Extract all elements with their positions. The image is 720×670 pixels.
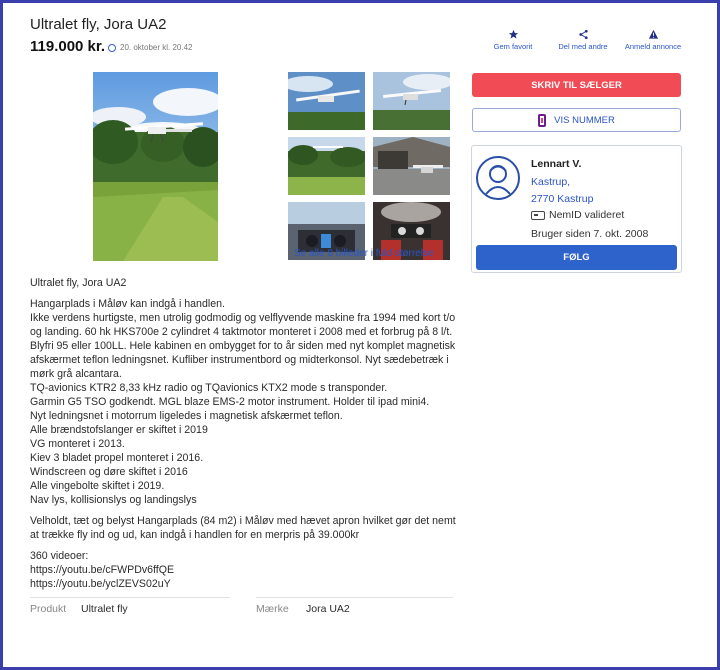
description-line: Windscreen og døre skiftet i 2016 [30,466,188,478]
description-line: Ikke verdens hurtigste, men utrolig godm… [30,312,456,380]
description-line: Alle brændstofslanger er skiftet i 2019 [30,424,208,436]
spec-value-brand: Jora UA2 [306,603,350,615]
description-line: VG monteret i 2013. [30,438,125,450]
listing-actions: Gem favorit Del med andre Anmeld annonce [480,27,686,51]
save-favorite-label: Gem favorit [493,42,533,51]
show-number-label: VIS NUMMER [554,114,615,126]
star-icon [508,27,519,41]
phone-icon [538,113,547,127]
description-heading: Ultralet fly, Jora UA2 [30,277,127,289]
spec-divider [30,597,230,598]
description-line: Kiev 3 bladet propel monteret i 2016. [30,452,204,464]
listing-date-text: 20. oktober kl. 20.42 [120,43,193,52]
clock-icon [108,43,116,52]
show-number-button[interactable]: VIS NUMMER [472,108,681,132]
seller-city-link[interactable]: Kastrup, [531,176,570,188]
see-all-photos-link[interactable]: Se alle 8 billeder i fuld størrelse [294,248,434,259]
thumbnail-2[interactable] [373,72,450,130]
description-paragraph-1: Hangarplads i Måløv kan indgå i handlen.… [30,297,460,507]
listing-date: 20. oktober kl. 20.42 [108,43,193,52]
description-line: Nav lys, kollisionslys og landingslys [30,494,197,506]
alert-icon [648,27,659,41]
listing-title: Ultralet fly, Jora UA2 [30,16,167,33]
video-link[interactable]: https://youtu.be/cFWPDv6ffQE [30,563,460,577]
share-label: Del med andre [558,42,608,51]
seller-zip-link[interactable]: 2770 Kastrup [531,193,593,205]
spec-divider [256,597,453,598]
spec-key-product: Produkt [30,603,67,615]
main-photo[interactable] [93,72,218,261]
seller-member-since: Bruger siden 7. okt. 2008 [531,228,649,240]
videos-heading: 360 videoer: [30,550,89,562]
thumbnail-3[interactable] [288,137,365,195]
description: Ultralet fly, Jora UA2 Hangarplads i Mål… [30,276,460,598]
description-line: TQ-avionics KTR2 8,33 kHz radio og TQavi… [30,382,388,394]
seller-verified-text: NemID valideret [549,209,625,221]
seller-name: Lennart V. [531,158,582,170]
spec-key-brand: Mærke [256,603,289,615]
spec-value-product: Ultralet fly [81,603,128,615]
video-link[interactable]: https://youtu.be/yclZEVS02uY [30,577,460,591]
contact-seller-button[interactable]: SKRIV TIL SÆLGER [472,73,681,97]
report-button[interactable]: Anmeld annonce [620,27,686,51]
listing-price: 119.000 kr. [30,38,106,55]
description-line: Alle vingebolte skiftet i 2019. [30,480,165,492]
report-label: Anmeld annonce [624,42,682,51]
video-section: 360 videoer: https://youtu.be/cFWPDv6ffQ… [30,549,460,591]
save-favorite-button[interactable]: Gem favorit [480,27,546,51]
description-line: Nyt ledningsnet i motorrum ligeledes i m… [30,410,343,422]
seller-avatar [476,156,520,200]
description-paragraph-2: Velholdt, tæt og belyst Hangarplads (84 … [30,515,456,541]
id-card-icon [531,210,545,220]
seller-verified: NemID valideret [531,209,624,221]
share-button[interactable]: Del med andre [550,27,616,51]
thumbnail-1[interactable] [288,72,365,130]
description-line: Hangarplads i Måløv kan indgå i handlen. [30,298,225,310]
follow-button[interactable]: FØLG [476,245,677,270]
share-icon [578,27,589,41]
thumbnail-4[interactable] [373,137,450,195]
description-line: Garmin G5 TSO godkendt. MGL blaze EMS-2 … [30,396,430,408]
